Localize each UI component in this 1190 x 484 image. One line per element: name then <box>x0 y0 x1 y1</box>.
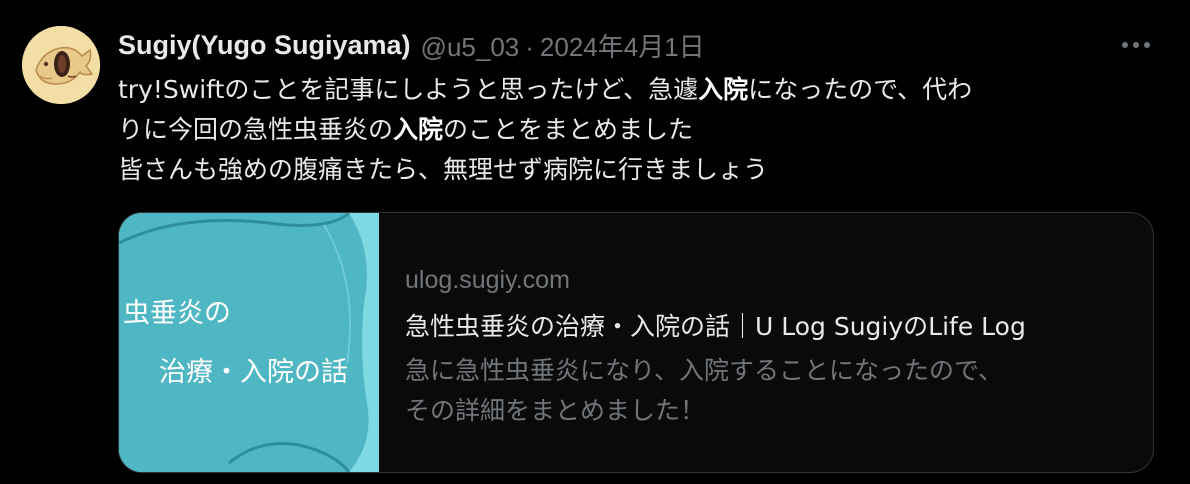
tweet-text-segment: りに今回の急性虫垂炎の <box>118 115 394 144</box>
avatar[interactable] <box>22 26 100 104</box>
author-display-name[interactable]: Sugiy(Yugo Sugiyama) <box>118 30 411 61</box>
tweet[interactable]: Sugiy(Yugo Sugiyama) @u5_03 · 2024年4月1日 tr… <box>0 0 1190 484</box>
more-options-button[interactable] <box>1114 30 1158 60</box>
tweet-header: Sugiy(Yugo Sugiyama) @u5_03 · 2024年4月1日 <box>118 28 705 62</box>
more-horizontal-icon <box>1122 42 1150 48</box>
author-handle[interactable]: @u5_03 <box>421 32 520 62</box>
tweet-text-line-2: りに今回の急性虫垂炎の入院のことをまとめました <box>118 110 1158 150</box>
card-title[interactable]: 急性虫垂炎の治療・入院の話｜U Log SugiyのLife Log <box>405 305 1145 349</box>
thumbnail-title-line-2: 治療・入院の話 <box>159 357 348 388</box>
tweet-text-segment: のことをまとめました <box>443 115 694 144</box>
tweet-text-segment: になったので、代わ <box>748 75 973 104</box>
card-description-line-1: 急に急性虫垂炎になり、入院することになったので、 <box>405 356 1004 385</box>
thumbnail-background <box>119 213 379 472</box>
card-description-line-2: その詳細をまとめました！ <box>405 396 706 425</box>
highlighted-keyword: 入院 <box>393 115 444 144</box>
tweet-text-segment: try!Swiftのことを記事にしようと思ったけど、急遽 <box>118 75 699 104</box>
tweet-text: try!Swiftのことを記事にしようと思ったけど、急遽入院になったので、代わ … <box>118 70 1158 190</box>
card-domain: ulog.sugiy.com <box>405 266 570 294</box>
taiyaki-avatar-icon <box>22 26 100 104</box>
thumbnail-title-line-1: 虫垂炎の <box>123 298 231 329</box>
tweet-text-line-3: 皆さんも強めの腹痛きたら、無理せず病院に行きましょう <box>118 155 769 184</box>
meta-separator: · <box>525 31 534 62</box>
card-thumbnail[interactable]: 虫垂炎の 治療・入院の話 <box>119 213 379 472</box>
tweet-text-line-1: try!Swiftのことを記事にしようと思ったけど、急遽入院になったので、代わ <box>118 70 1158 110</box>
tweet-timestamp[interactable]: 2024年4月1日 <box>540 32 705 62</box>
card-body: ulog.sugiy.com 急性虫垂炎の治療・入院の話｜U Log Sugiy… <box>405 261 1145 431</box>
tweet-meta: @u5_03 · 2024年4月1日 <box>421 27 705 64</box>
highlighted-keyword: 入院 <box>698 75 749 104</box>
card-description: 急に急性虫垂炎になり、入院することになったので、 その詳細をまとめました！ <box>405 351 1145 431</box>
link-preview-card[interactable]: 虫垂炎の 治療・入院の話 ulog.sugiy.com 急性虫垂炎の治療・入院の… <box>118 212 1154 473</box>
